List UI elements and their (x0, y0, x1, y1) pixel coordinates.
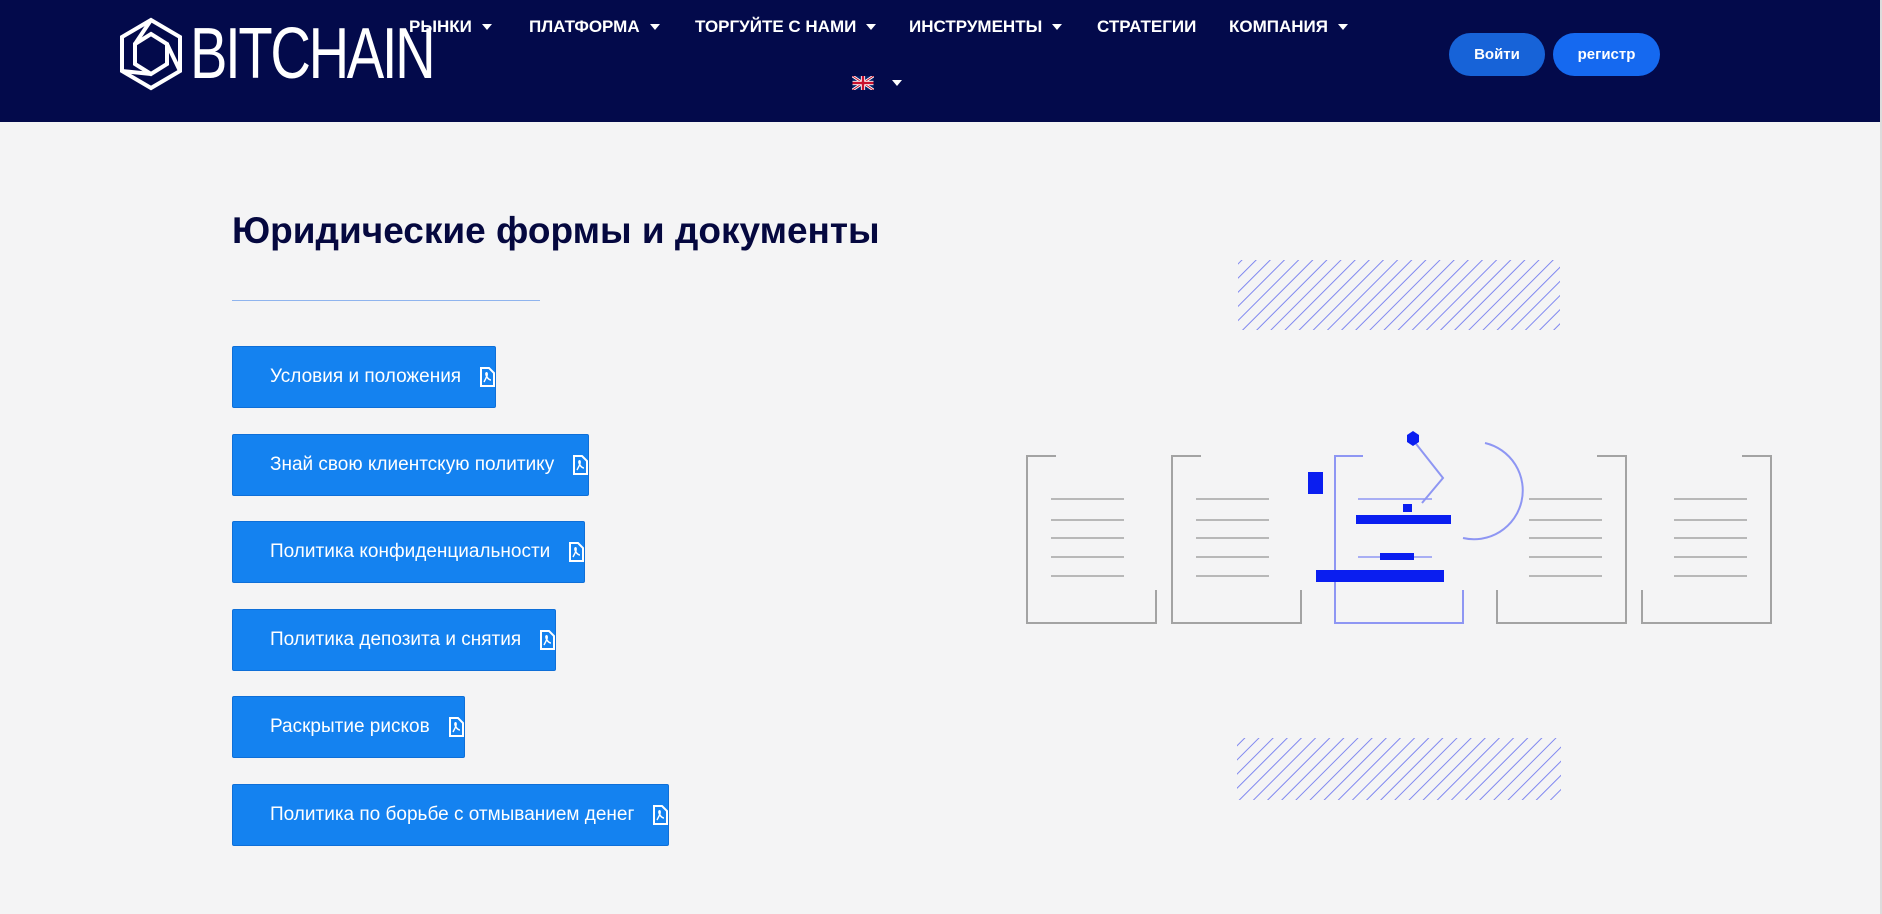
caret-down-icon (1052, 24, 1063, 30)
caret-down-icon (866, 24, 877, 30)
pdf-icon (479, 367, 496, 387)
caret-down-icon (649, 24, 660, 30)
site-header: BITCHAIN РЫНКИ ПЛАТФОРМА ТОРГУЙТЕ С НАМИ… (0, 0, 1880, 122)
nav-item-tools[interactable]: ИНСТРУМЕНТЫ (909, 16, 1063, 38)
nav-item-label: СТРАТЕГИИ (1097, 17, 1197, 36)
document-label: Политика по борьбе с отмыванием денег (270, 804, 635, 825)
privacy-policy-button[interactable]: Политика конфиденциальности (232, 521, 586, 583)
aml-policy-button[interactable]: Политика по борьбе с отмыванием денег (232, 784, 670, 846)
nav-item-markets[interactable]: РЫНКИ (409, 16, 492, 38)
title-divider (232, 300, 540, 301)
pdf-icon (568, 542, 585, 562)
nav-item-label: ПЛАТФОРМА (529, 17, 640, 36)
pdf-icon (572, 455, 589, 475)
caret-down-icon (1337, 24, 1348, 30)
risk-disclosure-button[interactable]: Раскрытие рисков (232, 696, 465, 758)
nav-item-trade-with-us[interactable]: ТОРГУЙТЕ С НАМИ (695, 16, 877, 38)
document-label: Условия и положения (270, 366, 462, 387)
caret-down-icon (892, 80, 902, 86)
nav-item-label: ТОРГУЙТЕ С НАМИ (695, 17, 857, 36)
deposit-withdrawal-policy-button[interactable]: Политика депозита и снятия (232, 609, 557, 671)
document-label: Раскрытие рисков (270, 716, 430, 737)
kyc-policy-button[interactable]: Знай свою клиентскую политику (232, 434, 590, 496)
document-label: Знай свою клиентскую политику (270, 454, 555, 475)
page-title: Юридические формы и документы (232, 210, 880, 251)
login-button[interactable]: Войти (1449, 33, 1545, 76)
terms-and-conditions-button[interactable]: Условия и положения (232, 346, 497, 408)
pdf-icon (448, 717, 464, 737)
nav-item-company[interactable]: КОМПАНИЯ (1229, 16, 1348, 38)
documents-illustration (1026, 260, 1772, 800)
document-label: Политика конфиденциальности (270, 541, 551, 562)
nav-item-platform[interactable]: ПЛАТФОРМА (529, 16, 660, 38)
caret-down-icon (481, 24, 492, 30)
pdf-icon (539, 630, 556, 650)
pdf-icon (652, 805, 669, 825)
uk-flag-icon (852, 76, 874, 90)
nav-item-label: КОМПАНИЯ (1229, 17, 1328, 36)
nav-item-label: ИНСТРУМЕНТЫ (909, 17, 1043, 36)
document-label: Политика депозита и снятия (270, 629, 522, 650)
nav-item-label: РЫНКИ (409, 17, 472, 36)
nav-item-strategies[interactable]: СТРАТЕГИИ (1097, 16, 1196, 38)
register-button[interactable]: регистр (1553, 33, 1660, 76)
language-selector[interactable] (852, 74, 902, 92)
